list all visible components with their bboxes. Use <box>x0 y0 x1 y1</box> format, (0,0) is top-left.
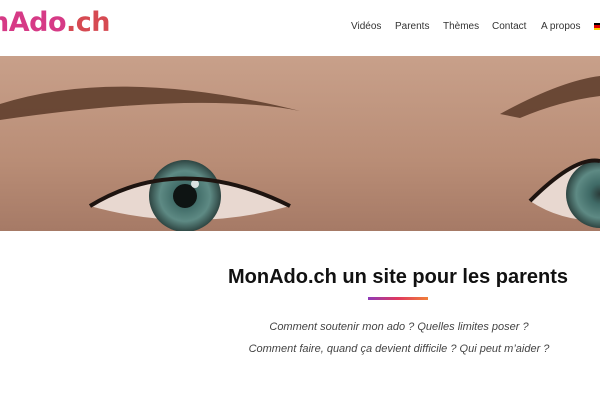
site-header: nAdo.ch Vidéos Parents Thèmes Contact A … <box>0 0 600 56</box>
title-underline <box>368 297 428 300</box>
nav-item-parents[interactable]: Parents <box>395 21 429 32</box>
eyes-photo <box>0 56 600 231</box>
subtitle-line-2: Comment faire, quand ça devient difficil… <box>248 343 550 355</box>
nav-item-themes[interactable]: Thèmes <box>443 21 479 32</box>
nav-item-a-propos[interactable]: A propos <box>541 21 580 32</box>
nav-item-contact[interactable]: Contact <box>492 21 526 32</box>
hero-image <box>0 56 600 231</box>
main-nav: Vidéos Parents Thèmes Contact A propos <box>0 21 600 35</box>
subtitle-line-1: Comment soutenir mon ado ? Quelles limit… <box>269 321 529 333</box>
language-flag-icon[interactable] <box>594 23 600 30</box>
page-title: MonAdo.ch un site pour les parents <box>227 266 569 288</box>
nav-item-videos[interactable]: Vidéos <box>351 21 381 32</box>
